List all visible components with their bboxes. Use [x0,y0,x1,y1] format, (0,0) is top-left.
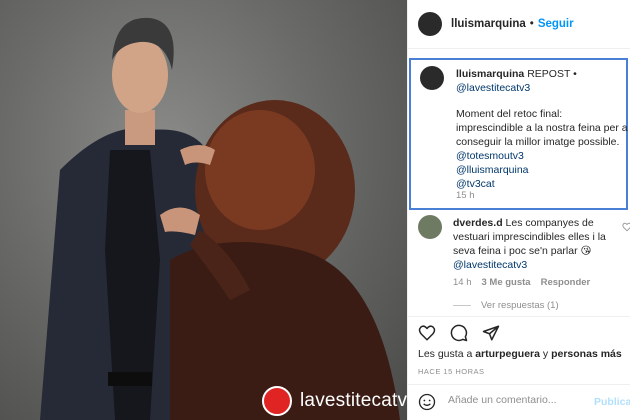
action-bar [418,324,500,342]
caption-text: Moment del retoc final: imprescindible a… [456,108,628,148]
comment-input[interactable] [448,394,588,406]
post-sidebar: lluismarquina • Seguir lluismarquina REP… [407,0,630,420]
man-belt [108,372,152,386]
post-header: lluismarquina • Seguir [418,10,574,38]
caption-avatar[interactable] [420,66,444,90]
likes-conj: y [542,348,549,360]
follow-button[interactable]: Seguir [538,18,574,30]
man-neck [125,110,155,145]
view-replies-button[interactable]: Ver respuestas (1) [453,300,559,311]
caption-block: lluismarquina REPOST • @lavestitecatv3 M… [409,58,628,210]
comment-time[interactable]: 14 h [453,277,472,288]
header-separator: • [529,18,534,30]
replies-line [453,305,471,306]
heart-icon[interactable] [418,324,436,342]
watermark-logo [262,386,292,416]
caption-mention-source[interactable]: @lavestitecatv3 [456,81,628,95]
header-divider [408,48,630,49]
likes-others[interactable]: personas más [551,348,622,360]
likes-prefix: Les gusta a [418,348,473,360]
comment-mention[interactable]: @lavestitecatv3 [453,258,623,272]
caption-mention[interactable]: @lluismarquina [456,163,628,177]
comment-meta: 14 h 3 Me gusta Responder [453,277,590,288]
avatar[interactable] [418,12,442,36]
view-replies-label[interactable]: Ver respuestas (1) [481,300,559,311]
comment-reply-button[interactable]: Responder [541,277,591,288]
caption-body: lluismarquina REPOST • @lavestitecatv3 M… [456,67,628,191]
comment-icon[interactable] [450,324,468,342]
post-image[interactable]: lavestitecatv3 [0,0,407,420]
post-photo-illustration [40,17,400,420]
comment-username[interactable]: dverdes.d [453,217,503,229]
caption-username[interactable]: lluismarquina [456,68,524,80]
share-icon[interactable] [482,324,500,342]
watermark: lavestitecatv3 [262,386,407,416]
comment-likes[interactable]: 3 Me gusta [482,277,531,288]
post-timestamp[interactable]: HACE 15 HORAS [418,367,485,376]
caption-mention[interactable]: @tv3cat [456,177,628,191]
comment-avatar[interactable] [418,215,442,239]
emoji-icon[interactable] [418,393,436,411]
composer-divider [408,384,630,385]
caption-time[interactable]: 15 h [456,190,475,201]
publish-button[interactable]: Publicar [594,396,630,408]
watermark-text: lavestitecatv3 [300,390,407,411]
header-username[interactable]: lluismarquina [451,18,526,30]
likes-user[interactable]: arturpeguera [475,348,540,360]
likes-summary: Les gusta a arturpeguera y personas más [418,348,622,360]
caption-mention[interactable]: @totesmoutv3 [456,149,628,163]
actions-divider [408,316,630,317]
woman-hand [160,207,200,235]
comment-body: dverdes.d Les companyes de vestuari impr… [453,216,623,272]
comment-like-heart-icon[interactable] [622,222,630,232]
caption-repost-label: REPOST • [527,68,577,80]
